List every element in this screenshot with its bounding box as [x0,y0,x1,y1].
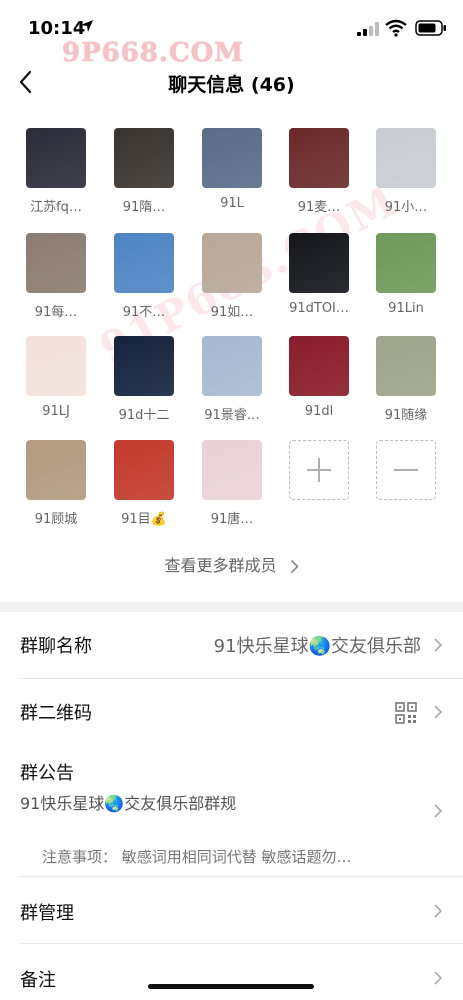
member-avatar [202,128,262,188]
member-item[interactable]: 91小… [366,128,446,215]
member-name: 91dTOI… [289,301,349,316]
member-avatar [289,336,349,396]
member-avatar [289,233,349,293]
group-notice-label: 群公告 [20,763,74,784]
member-avatar [376,128,436,188]
member-item[interactable]: 91麦… [279,128,359,215]
plus-icon [289,440,349,500]
wifi-icon [385,19,407,37]
member-item[interactable]: 91如… [192,233,272,320]
member-item[interactable]: 91不… [104,233,184,320]
group-name-value: 91快乐星球🌏交友俱乐部 [213,636,421,657]
group-notice-subtitle: 91快乐星球🌏交友俱乐部群规 [20,794,237,813]
add-member-button[interactable] [279,440,359,500]
member-item[interactable]: 91景睿… [192,336,272,423]
group-notice-note: 注意事项： 敏感词用相同词代替 敏感话题勿… [42,848,352,866]
group-name-label: 群聊名称 [20,636,92,657]
member-avatar [114,440,174,500]
member-item[interactable]: 91L [192,128,272,211]
member-item[interactable]: 91随缘 [366,336,446,423]
member-item[interactable]: 江苏fq… [16,128,96,215]
cellular-signal-icon [357,22,379,36]
member-avatar [114,128,174,188]
member-avatar [202,233,262,293]
member-item[interactable]: 91Lin [366,233,446,316]
member-name: 91小… [384,200,428,215]
page-title: 聊天信息 (46) [168,74,295,96]
member-item[interactable]: 91d十二 [104,336,184,423]
view-more-members-link[interactable]: 查看更多群成员 [0,552,463,576]
member-avatar [202,336,262,396]
group-qr-label: 群二维码 [20,703,92,724]
member-avatar [114,336,174,396]
member-avatar [289,128,349,188]
member-name: 91顾城 [34,512,78,527]
chevron-right-icon [434,705,443,719]
member-name: 91dl [304,404,334,419]
member-name: 91L [220,196,244,211]
member-name: 91不… [122,305,166,320]
remove-member-button[interactable] [366,440,446,500]
member-item[interactable]: 91LJ [16,336,96,419]
member-item[interactable]: 91每… [16,233,96,320]
member-item[interactable]: 91目💰 [104,440,184,527]
view-more-members-label: 查看更多群成员 [164,556,277,575]
status-time: 10:14 [28,18,86,39]
member-name: 91每… [34,305,78,320]
member-name: 91麦… [297,200,341,215]
member-name: 91唐… [210,512,254,527]
member-avatar [114,233,174,293]
minus-icon [376,440,436,500]
member-avatar [376,233,436,293]
member-item[interactable]: 91唐… [192,440,272,527]
group-manage-label: 群管理 [20,903,74,924]
member-name: 91LJ [42,404,70,419]
chevron-right-icon [434,638,443,652]
member-item[interactable]: 91顾城 [16,440,96,527]
member-avatar [26,336,86,396]
location-arrow-icon [81,20,93,32]
member-avatar [376,336,436,396]
member-name: 91随缘 [384,408,428,423]
battery-icon [415,20,446,36]
member-item[interactable]: 91隋… [104,128,184,215]
member-name: 91d十二 [118,408,170,423]
member-name: 91隋… [122,200,166,215]
chevron-right-icon [434,804,443,818]
group-manage-row[interactable]: 群管理 [0,877,463,943]
chevron-right-icon [290,559,299,574]
qr-code-icon [395,702,417,724]
member-name: 91如… [210,305,254,320]
member-avatar [202,440,262,500]
group-qr-row[interactable]: 群二维码 [0,679,463,745]
member-avatar [26,440,86,500]
chevron-right-icon [434,904,443,918]
home-indicator[interactable] [148,984,314,989]
chevron-right-icon [434,971,443,985]
member-item[interactable]: 91dl [279,336,359,419]
member-name: 江苏fq… [30,200,82,215]
nav-bar: 聊天信息 (46) [0,58,463,106]
member-avatar [26,233,86,293]
member-name: 91目💰 [121,512,167,527]
group-name-row[interactable]: 群聊名称 91快乐星球🌏交友俱乐部 [0,612,463,678]
remark-row[interactable]: 备注 [0,944,463,1000]
member-name: 91景睿… [204,408,260,423]
remark-label: 备注 [20,970,56,991]
member-item[interactable]: 91dTOI… [279,233,359,316]
member-name: 91Lin [388,301,424,316]
member-avatar [26,128,86,188]
section-separator [0,602,463,612]
